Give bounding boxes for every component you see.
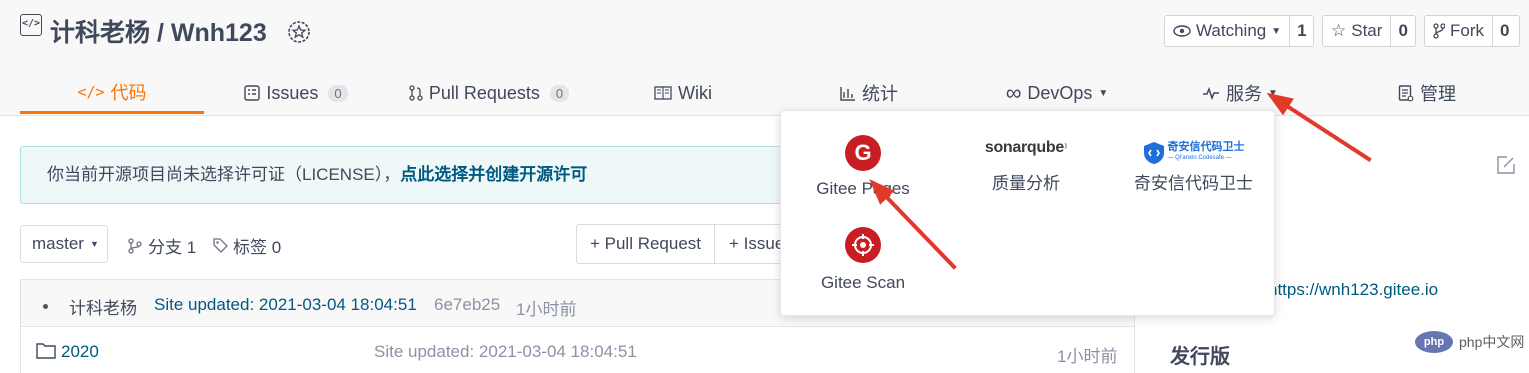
tab-issues[interactable]: Issues 0 [240, 72, 352, 114]
branch-name: master [32, 234, 84, 253]
repo-header: </> 计科老杨 / Wnh123 Watching ▼ 1 ☆ Star 0 … [0, 0, 1529, 116]
new-pull-request-button[interactable]: + Pull Request [577, 225, 715, 263]
avatar[interactable] [43, 304, 48, 309]
manage-icon [1398, 84, 1414, 101]
caret-down-icon: ▼ [1271, 25, 1282, 37]
tab-label: 代码 [110, 82, 147, 103]
branches-link[interactable]: 分支 1 [128, 233, 196, 258]
tab-label: DevOps [1027, 82, 1093, 103]
file-commit-time: 1小时前 [1057, 347, 1118, 366]
star-label: Star [1351, 21, 1383, 40]
tab-manage[interactable]: 管理 [1390, 72, 1464, 114]
gitee-pages-icon: G [845, 135, 881, 171]
service-gitee-scan[interactable]: Gitee Scan [801, 223, 925, 293]
fork-button[interactable]: Fork [1425, 16, 1492, 46]
website-link-clip: https://wnh123.gitee.io [1272, 278, 1472, 302]
pulse-icon [1203, 86, 1220, 100]
star-icon: ☆ [1331, 21, 1347, 40]
qianxin-logo-subtext: — Qi'anxin Codesafe — [1167, 155, 1232, 161]
tab-label: 管理 [1420, 84, 1456, 104]
service-qianxin-codesafe[interactable]: 奇安信代码卫士 — Qi'anxin Codesafe — 奇安信代码卫士 [1126, 139, 1261, 194]
tags-count: 标签 0 [233, 238, 282, 257]
issues-icon [244, 85, 261, 101]
tab-label: Wiki [678, 82, 712, 103]
recommend-badge-icon[interactable] [287, 20, 311, 44]
watch-button-group: Watching ▼ 1 [1164, 15, 1314, 47]
fork-label: Fork [1450, 21, 1484, 40]
license-notice: 你当前开源项目尚未选择许可证（LICENSE），点此选择并创建开源许可 [20, 146, 810, 204]
watch-label: Watching [1196, 21, 1267, 40]
fork-icon [1433, 23, 1445, 39]
watermark-text: php中文网 [1459, 334, 1525, 350]
service-gitee-pages[interactable]: G Gitee Pages [801, 131, 925, 199]
qianxin-logo: 奇安信代码卫士 — Qi'anxin Codesafe — [1126, 139, 1261, 167]
star-button[interactable]: ☆ Star [1323, 16, 1390, 46]
services-dropdown: G Gitee Pages sonarqube⁾ 质量分析 奇安信代码卫士 — … [780, 110, 1275, 316]
website-link[interactable]: https://wnh123.gitee.io [1272, 278, 1472, 302]
commit-time: 1小时前 [516, 300, 577, 319]
caret-down-icon: ▼ [1098, 87, 1109, 99]
qianxin-logo-text: 奇安信代码卫士 [1167, 141, 1245, 153]
repository-icon: </> [20, 14, 42, 36]
gitee-scan-icon [845, 227, 881, 263]
commit-author[interactable]: 计科老杨 [69, 294, 137, 319]
tab-label: 统计 [862, 84, 898, 104]
eye-icon [1173, 25, 1191, 37]
repo-title: 计科老杨 / Wnh123 [50, 13, 267, 49]
branches-count: 分支 1 [148, 238, 197, 257]
code-icon: </> [77, 82, 105, 101]
tab-pull-requests[interactable]: Pull Requests 0 [406, 72, 572, 114]
star-button-group: ☆ Star 0 [1322, 15, 1416, 47]
star-count[interactable]: 0 [1390, 16, 1414, 46]
releases-title: 发行版 [1170, 346, 1230, 368]
file-name-link[interactable]: 2020 [61, 342, 99, 362]
service-label: 奇安信代码卫士 [1134, 174, 1253, 193]
watch-button[interactable]: Watching ▼ [1165, 16, 1289, 46]
tab-label: Pull Requests [428, 82, 540, 103]
tab-wiki[interactable]: Wiki [646, 72, 720, 114]
service-label: 质量分析 [992, 174, 1060, 193]
service-label: Gitee Scan [820, 273, 906, 292]
new-pull-request-label: + Pull Request [589, 234, 702, 253]
tags-link[interactable]: 标签 0 [213, 233, 281, 258]
service-label: Gitee Pages [816, 179, 910, 198]
create-license-link[interactable]: 点此选择并创建开源许可 [400, 165, 587, 184]
commit-message[interactable]: Site updated: 2021-03-04 18:04:51 [154, 295, 417, 315]
tab-stats[interactable]: 统计 [832, 72, 906, 114]
fork-button-group: Fork 0 [1424, 15, 1520, 47]
watch-count[interactable]: 1 [1289, 16, 1313, 46]
caret-down-icon: ▼ [89, 239, 99, 249]
file-commit-message[interactable]: Site updated: 2021-03-04 18:04:51 [374, 342, 637, 362]
tab-devops[interactable]: ∞ DevOps ▼ [996, 72, 1118, 114]
infinity-icon: ∞ [1005, 80, 1022, 105]
pr-count-badge: 0 [549, 84, 570, 102]
branch-icon [128, 237, 142, 254]
tab-label: 服务 [1226, 84, 1263, 104]
watermark: php php中文网 [1415, 331, 1524, 353]
pull-request-icon [409, 85, 423, 101]
repo-separator: / [156, 19, 164, 47]
issues-count-badge: 0 [328, 84, 348, 102]
wiki-icon [654, 86, 672, 100]
service-quality-analysis[interactable]: sonarqube⁾ 质量分析 [966, 139, 1086, 194]
php-logo: php [1415, 331, 1453, 353]
table-row: 2020 Site updated: 2021-03-04 18:04:51 1… [20, 327, 1135, 373]
fork-count[interactable]: 0 [1492, 16, 1516, 46]
tab-code[interactable]: </> 代码 [20, 72, 204, 114]
edit-icon[interactable] [1496, 155, 1516, 175]
shield-icon [1143, 142, 1164, 164]
commit-hash[interactable]: 6e7eb25 [434, 295, 500, 315]
sonarqube-logo-text: sonarqube [984, 139, 1064, 156]
tab-label: Issues [266, 82, 319, 103]
repo-name-link[interactable]: Wnh123 [171, 19, 267, 47]
branch-select[interactable]: master ▼ [20, 225, 108, 263]
license-notice-text: 你当前开源项目尚未选择许可证（LICENSE）， [47, 165, 401, 184]
folder-icon [36, 343, 56, 359]
tag-icon [213, 238, 228, 253]
sonarqube-logo: sonarqube⁾ [984, 139, 1068, 156]
bar-chart-icon [840, 86, 855, 101]
repo-owner-link[interactable]: 计科老杨 [50, 19, 150, 47]
new-issue-label: + Issue [729, 234, 785, 253]
